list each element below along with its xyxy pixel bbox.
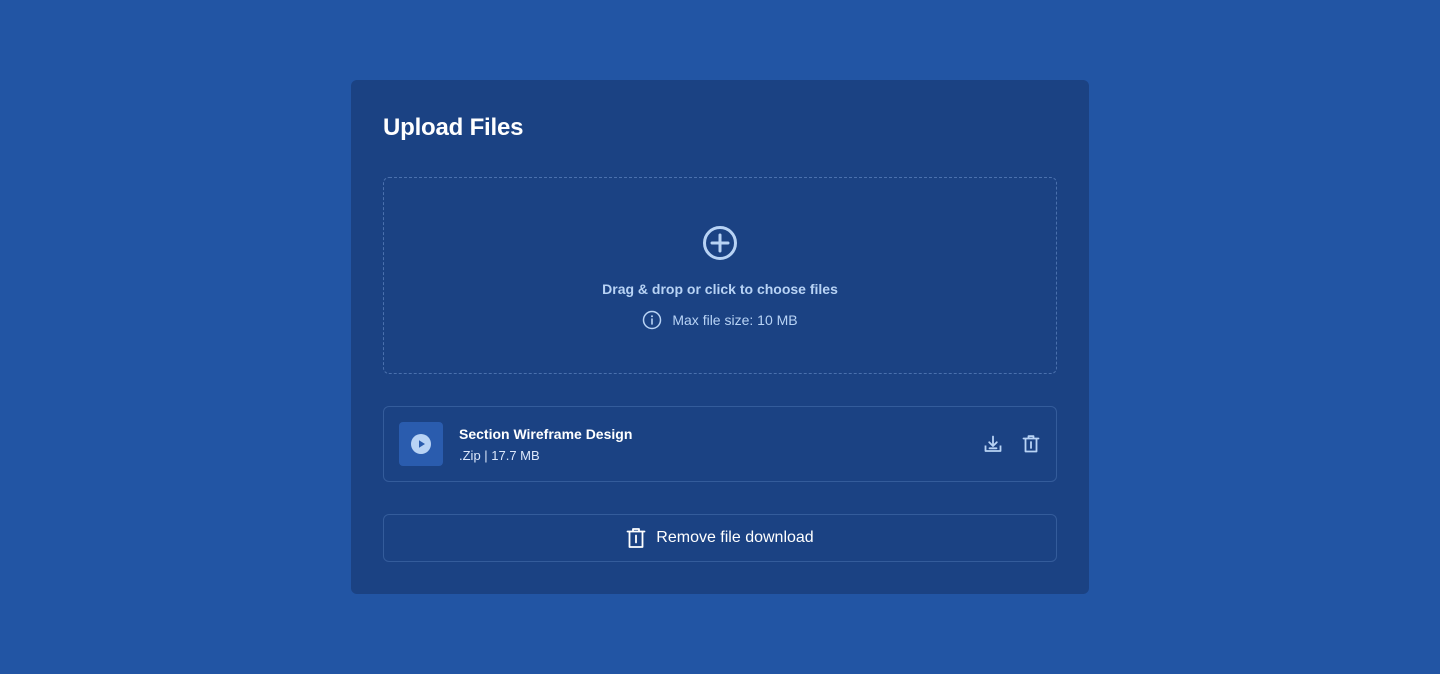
play-icon xyxy=(411,434,431,454)
info-icon xyxy=(643,310,662,330)
file-info: Section Wireframe Design .Zip | 17.7 MB xyxy=(459,426,632,463)
dropzone-hint: Max file size: 10 MB xyxy=(642,310,798,330)
max-file-size-text: Max file size: 10 MB xyxy=(672,312,798,328)
upload-card: Upload Files Drag & drop or click to cho… xyxy=(351,80,1089,594)
trash-icon xyxy=(626,528,646,548)
download-icon xyxy=(984,435,1002,452)
file-dropzone[interactable]: Drag & drop or click to choose files Max… xyxy=(383,177,1057,374)
plus-circle-icon xyxy=(703,226,737,260)
file-thumbnail xyxy=(399,422,443,466)
remove-button-label: Remove file download xyxy=(656,529,814,546)
file-name: Section Wireframe Design xyxy=(459,425,633,442)
file-list-item: Section Wireframe Design .Zip | 17.7 MB xyxy=(383,406,1057,482)
trash-icon xyxy=(1022,435,1040,453)
remove-file-download-button[interactable]: Remove file download xyxy=(383,514,1057,562)
file-actions xyxy=(983,434,1041,454)
file-meta: .Zip | 17.7 MB xyxy=(459,447,540,463)
dropzone-text: Drag & drop or click to choose files xyxy=(602,281,838,297)
download-button[interactable] xyxy=(983,434,1003,454)
page-title: Upload Files xyxy=(383,114,524,141)
delete-file-button[interactable] xyxy=(1021,434,1041,454)
